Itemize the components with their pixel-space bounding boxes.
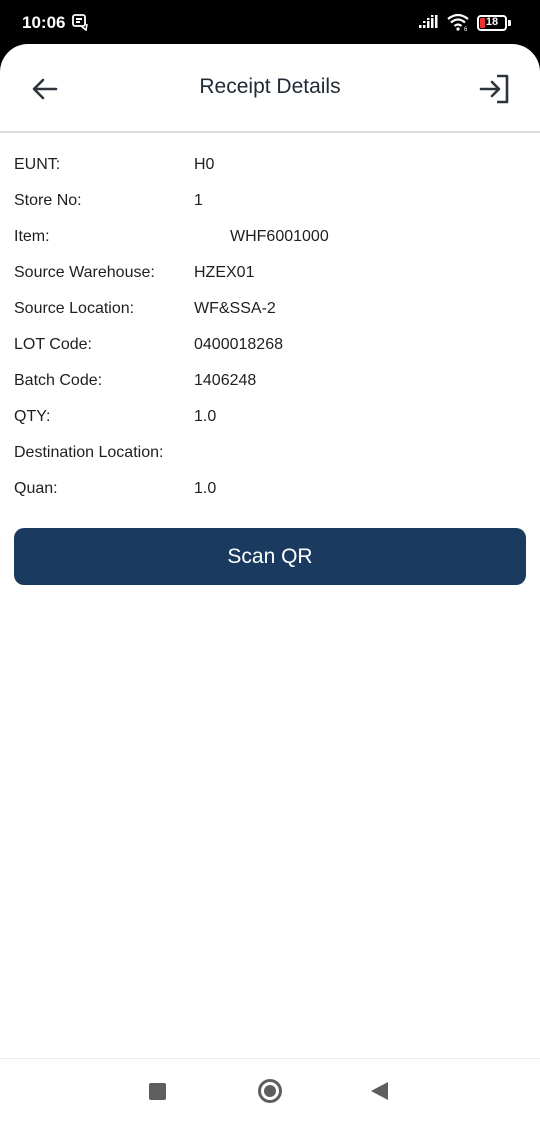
detail-row-store-no: Store No: 1 xyxy=(14,192,526,228)
status-bar: 10:06 6 18 xyxy=(0,0,540,46)
detail-row-source-location: Source Location: WF&SSA-2 xyxy=(14,300,526,336)
detail-label: QTY: xyxy=(14,408,51,425)
detail-row-destination-location: Destination Location: xyxy=(14,444,526,480)
detail-value: 1 xyxy=(194,192,203,209)
detail-label: Destination Location: xyxy=(14,444,164,461)
detail-row-batch-code: Batch Code: 1406248 xyxy=(14,372,526,408)
battery-icon: 18 xyxy=(477,15,507,31)
page-title: Receipt Details xyxy=(199,75,341,98)
detail-row-qty: QTY: 1.0 xyxy=(14,408,526,444)
home-dot xyxy=(264,1085,276,1097)
detail-label: Item: xyxy=(14,228,50,245)
detail-row-eunt: EUNT: H0 xyxy=(14,156,526,192)
detail-value: 1.0 xyxy=(194,480,217,497)
app-screen: Receipt Details EUNT: H0 Store No: 1 Ite… xyxy=(0,44,540,1123)
detail-row-item: Item: WHF6001000 xyxy=(14,228,526,264)
detail-label: Store No: xyxy=(14,192,82,209)
status-time: 10:06 xyxy=(22,13,66,32)
signal-icon xyxy=(419,15,438,28)
home-circle-icon[interactable] xyxy=(258,1079,282,1103)
detail-value: 1.0 xyxy=(194,408,217,425)
detail-label: Batch Code: xyxy=(14,372,103,389)
svg-text:6: 6 xyxy=(464,27,468,31)
detail-value: H0 xyxy=(194,156,215,173)
detail-row-quan: Quan: 1.0 xyxy=(14,480,526,516)
app-header: Receipt Details xyxy=(0,44,540,133)
detail-label: LOT Code: xyxy=(14,336,92,353)
wifi-icon: 6 xyxy=(447,13,469,31)
detail-label: Quan: xyxy=(14,480,58,497)
detail-value: WF&SSA-2 xyxy=(194,300,276,317)
back-triangle-icon[interactable] xyxy=(371,1082,388,1100)
detail-value: 0400018268 xyxy=(194,336,283,353)
detail-label: Source Location: xyxy=(14,300,135,317)
detail-value: 1406248 xyxy=(194,372,257,389)
receipt-details: EUNT: H0 Store No: 1 Item: WHF6001000 So… xyxy=(14,156,526,516)
detail-value: WHF6001000 xyxy=(230,228,329,245)
detail-label: Source Warehouse: xyxy=(14,264,155,281)
detail-row-source-warehouse: Source Warehouse: HZEX01 xyxy=(14,264,526,300)
detail-value: HZEX01 xyxy=(194,264,255,281)
system-nav-bar xyxy=(0,1058,540,1123)
battery-nub xyxy=(508,20,511,26)
recents-square-icon[interactable] xyxy=(149,1083,166,1100)
scan-qr-button[interactable]: Scan QR xyxy=(14,528,526,585)
logout-icon[interactable] xyxy=(478,73,512,105)
detail-row-lot-code: LOT Code: 0400018268 xyxy=(14,336,526,372)
detail-label: EUNT: xyxy=(14,156,61,173)
battery-level: 18 xyxy=(485,16,499,28)
notification-icon xyxy=(72,14,88,31)
